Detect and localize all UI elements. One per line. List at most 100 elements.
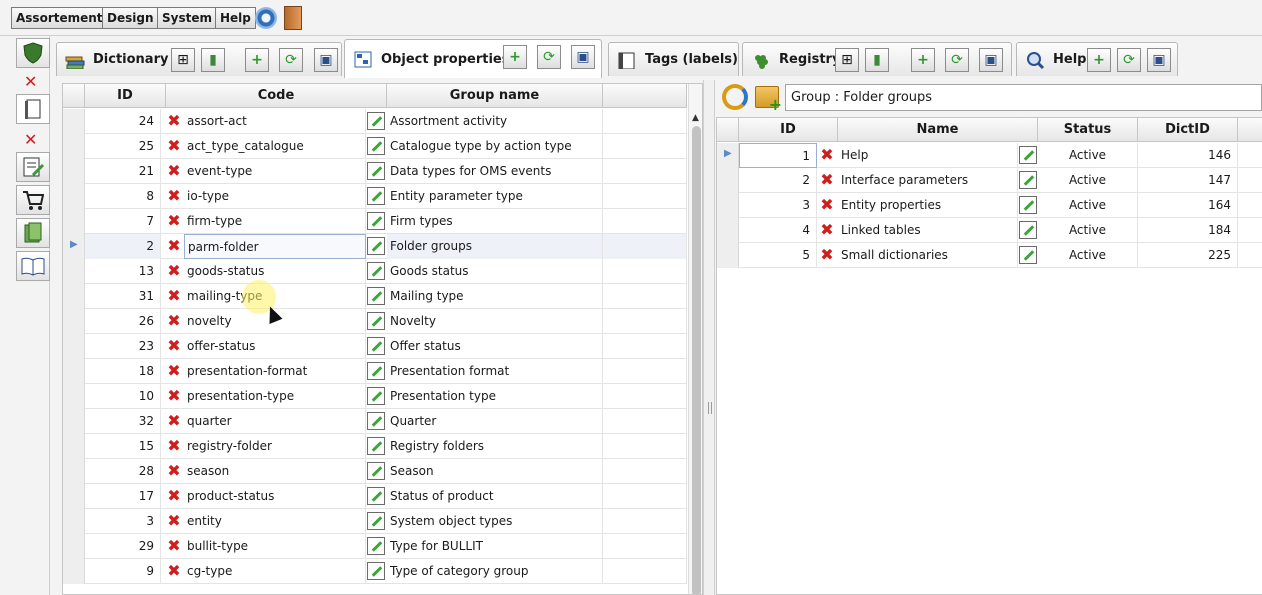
table-row[interactable]: ▶ 2 ✖ parm-folder Folder groups [63,234,687,259]
table-row[interactable]: ▶ 1 ✖ Help Active 146 [717,143,1262,168]
delete-icon[interactable]: ✖ [165,562,183,580]
table-row[interactable]: 13 ✖ goods-status Goods status [63,259,687,284]
delete-icon[interactable]: ✖ [165,112,183,130]
cell-code[interactable]: act_type_catalogue [184,134,366,159]
add-button[interactable]: + [911,48,935,72]
save-button[interactable]: ▣ [979,48,1003,72]
edit-icon[interactable] [367,137,385,155]
edit-icon[interactable] [367,512,385,530]
column-header-id[interactable]: ID [739,118,838,142]
edit-icon[interactable] [367,187,385,205]
tab-registry[interactable]: Registry ⊞ ▮ + ⟳ ▣ [742,42,1012,76]
table-row[interactable]: 15 ✖ registry-folder Registry folders [63,434,687,459]
row-selector[interactable] [63,509,85,534]
row-selector[interactable] [63,184,85,209]
row-selector[interactable] [63,459,85,484]
column-header-name[interactable]: Name [838,118,1038,142]
delete-icon[interactable]: ✖ [165,412,183,430]
cell-group-name[interactable]: System object types [387,509,603,534]
delete-icon[interactable]: ✖ [165,487,183,505]
cell-group-name[interactable]: Status of product [387,484,603,509]
reload-icon[interactable] [722,84,748,110]
cell-code[interactable]: presentation-format [184,359,366,384]
refresh-button[interactable]: ⟳ [945,48,969,72]
settings-gear-icon[interactable] [255,7,277,29]
delete-icon[interactable]: ✖ [165,187,183,205]
cell-group-name[interactable]: Registry folders [387,434,603,459]
menu-design[interactable]: Design [102,7,159,29]
table-row[interactable]: 32 ✖ quarter Quarter [63,409,687,434]
add-button[interactable]: + [245,48,269,72]
delete-icon[interactable]: ✖ [165,262,183,280]
cell-group-name[interactable]: Catalogue type by action type [387,134,603,159]
menu-assortement[interactable]: Assortement [11,7,108,29]
exit-door-icon[interactable] [284,6,302,30]
edit-icon[interactable] [367,212,385,230]
tab-object-properties[interactable]: Object properties + ⟳ ▣ [344,39,602,78]
delete-icon[interactable]: ✖ [818,171,836,189]
edit-icon[interactable] [367,537,385,555]
edit-icon[interactable] [367,262,385,280]
tab-help[interactable]: Help + ⟳ ▣ [1016,42,1178,76]
cell-code[interactable]: presentation-type [184,384,366,409]
refresh-button[interactable]: ⟳ [1117,48,1141,72]
row-selector[interactable] [63,434,85,459]
save-button[interactable]: ▣ [571,45,595,69]
cell-code[interactable]: firm-type [184,209,366,234]
save-button[interactable]: ▣ [1147,48,1171,72]
row-selector[interactable] [63,534,85,559]
row-selector[interactable] [63,384,85,409]
edit-icon[interactable] [367,287,385,305]
catalog-button[interactable] [16,218,50,248]
tab-dictionary[interactable]: Dictionary ⊞ ▮ + ⟳ ▣ [56,42,342,76]
tree-view-button[interactable]: ⊞ [835,48,859,72]
security-shield-button[interactable] [16,38,50,68]
edit-icon[interactable] [367,412,385,430]
delete-icon[interactable]: ✖ [165,137,183,155]
cell-code[interactable]: parm-folder [184,234,366,259]
cell-group-name[interactable]: Folder groups [387,234,603,259]
edit-icon[interactable] [1019,221,1037,239]
edit-icon[interactable] [367,337,385,355]
edit-icon[interactable] [367,162,385,180]
add-folder-icon[interactable] [755,86,782,114]
delete-icon[interactable]: ✖ [165,462,183,480]
cell-code[interactable]: entity [184,509,366,534]
table-row[interactable]: 29 ✖ bullit-type Type for BULLIT [63,534,687,559]
row-selector[interactable] [63,259,85,284]
row-selector[interactable] [717,168,739,193]
cell-group-name[interactable]: Season [387,459,603,484]
menu-system[interactable]: System [157,7,217,29]
cell-code[interactable]: assort-act [184,109,366,134]
cell-code[interactable]: cg-type [184,559,366,584]
table-row[interactable]: 25 ✖ act_type_catalogue Catalogue type by a… [63,134,687,159]
table-row[interactable]: 3 ✖ entity System object types [63,509,687,534]
cell-group-name[interactable]: Goods status [387,259,603,284]
delete-icon[interactable]: ✖ [165,512,183,530]
row-selector[interactable] [717,193,739,218]
edit-icon[interactable] [367,387,385,405]
edit-icon[interactable] [367,437,385,455]
cell-group-name[interactable]: Assortment activity [387,109,603,134]
row-selector[interactable] [63,209,85,234]
column-header-status[interactable]: Status [1038,118,1138,142]
table-row[interactable]: 28 ✖ season Season [63,459,687,484]
delete-icon[interactable]: ✖ [818,246,836,264]
edit-icon[interactable] [1019,146,1037,164]
cell-code[interactable]: offer-status [184,334,366,359]
column-header-code[interactable]: Code [166,84,387,108]
delete-icon[interactable]: ✖ [165,162,183,180]
delete-icon[interactable]: ✖ [165,312,183,330]
cell-group-name[interactable]: Type of category group [387,559,603,584]
cell-group-name[interactable]: Quarter [387,409,603,434]
cell-group-name[interactable]: Data types for OMS events [387,159,603,184]
cell-name[interactable]: Entity properties [838,193,1018,218]
edit-icon[interactable] [367,462,385,480]
row-selector[interactable] [63,109,85,134]
row-selector[interactable] [63,159,85,184]
edit-icon[interactable] [1019,171,1037,189]
cell-code[interactable]: product-status [184,484,366,509]
delete-icon[interactable]: ✖ [165,212,183,230]
table-row[interactable]: 31 ✖ mailing-type Mailing type [63,284,687,309]
cell-group-name[interactable]: Presentation format [387,359,603,384]
